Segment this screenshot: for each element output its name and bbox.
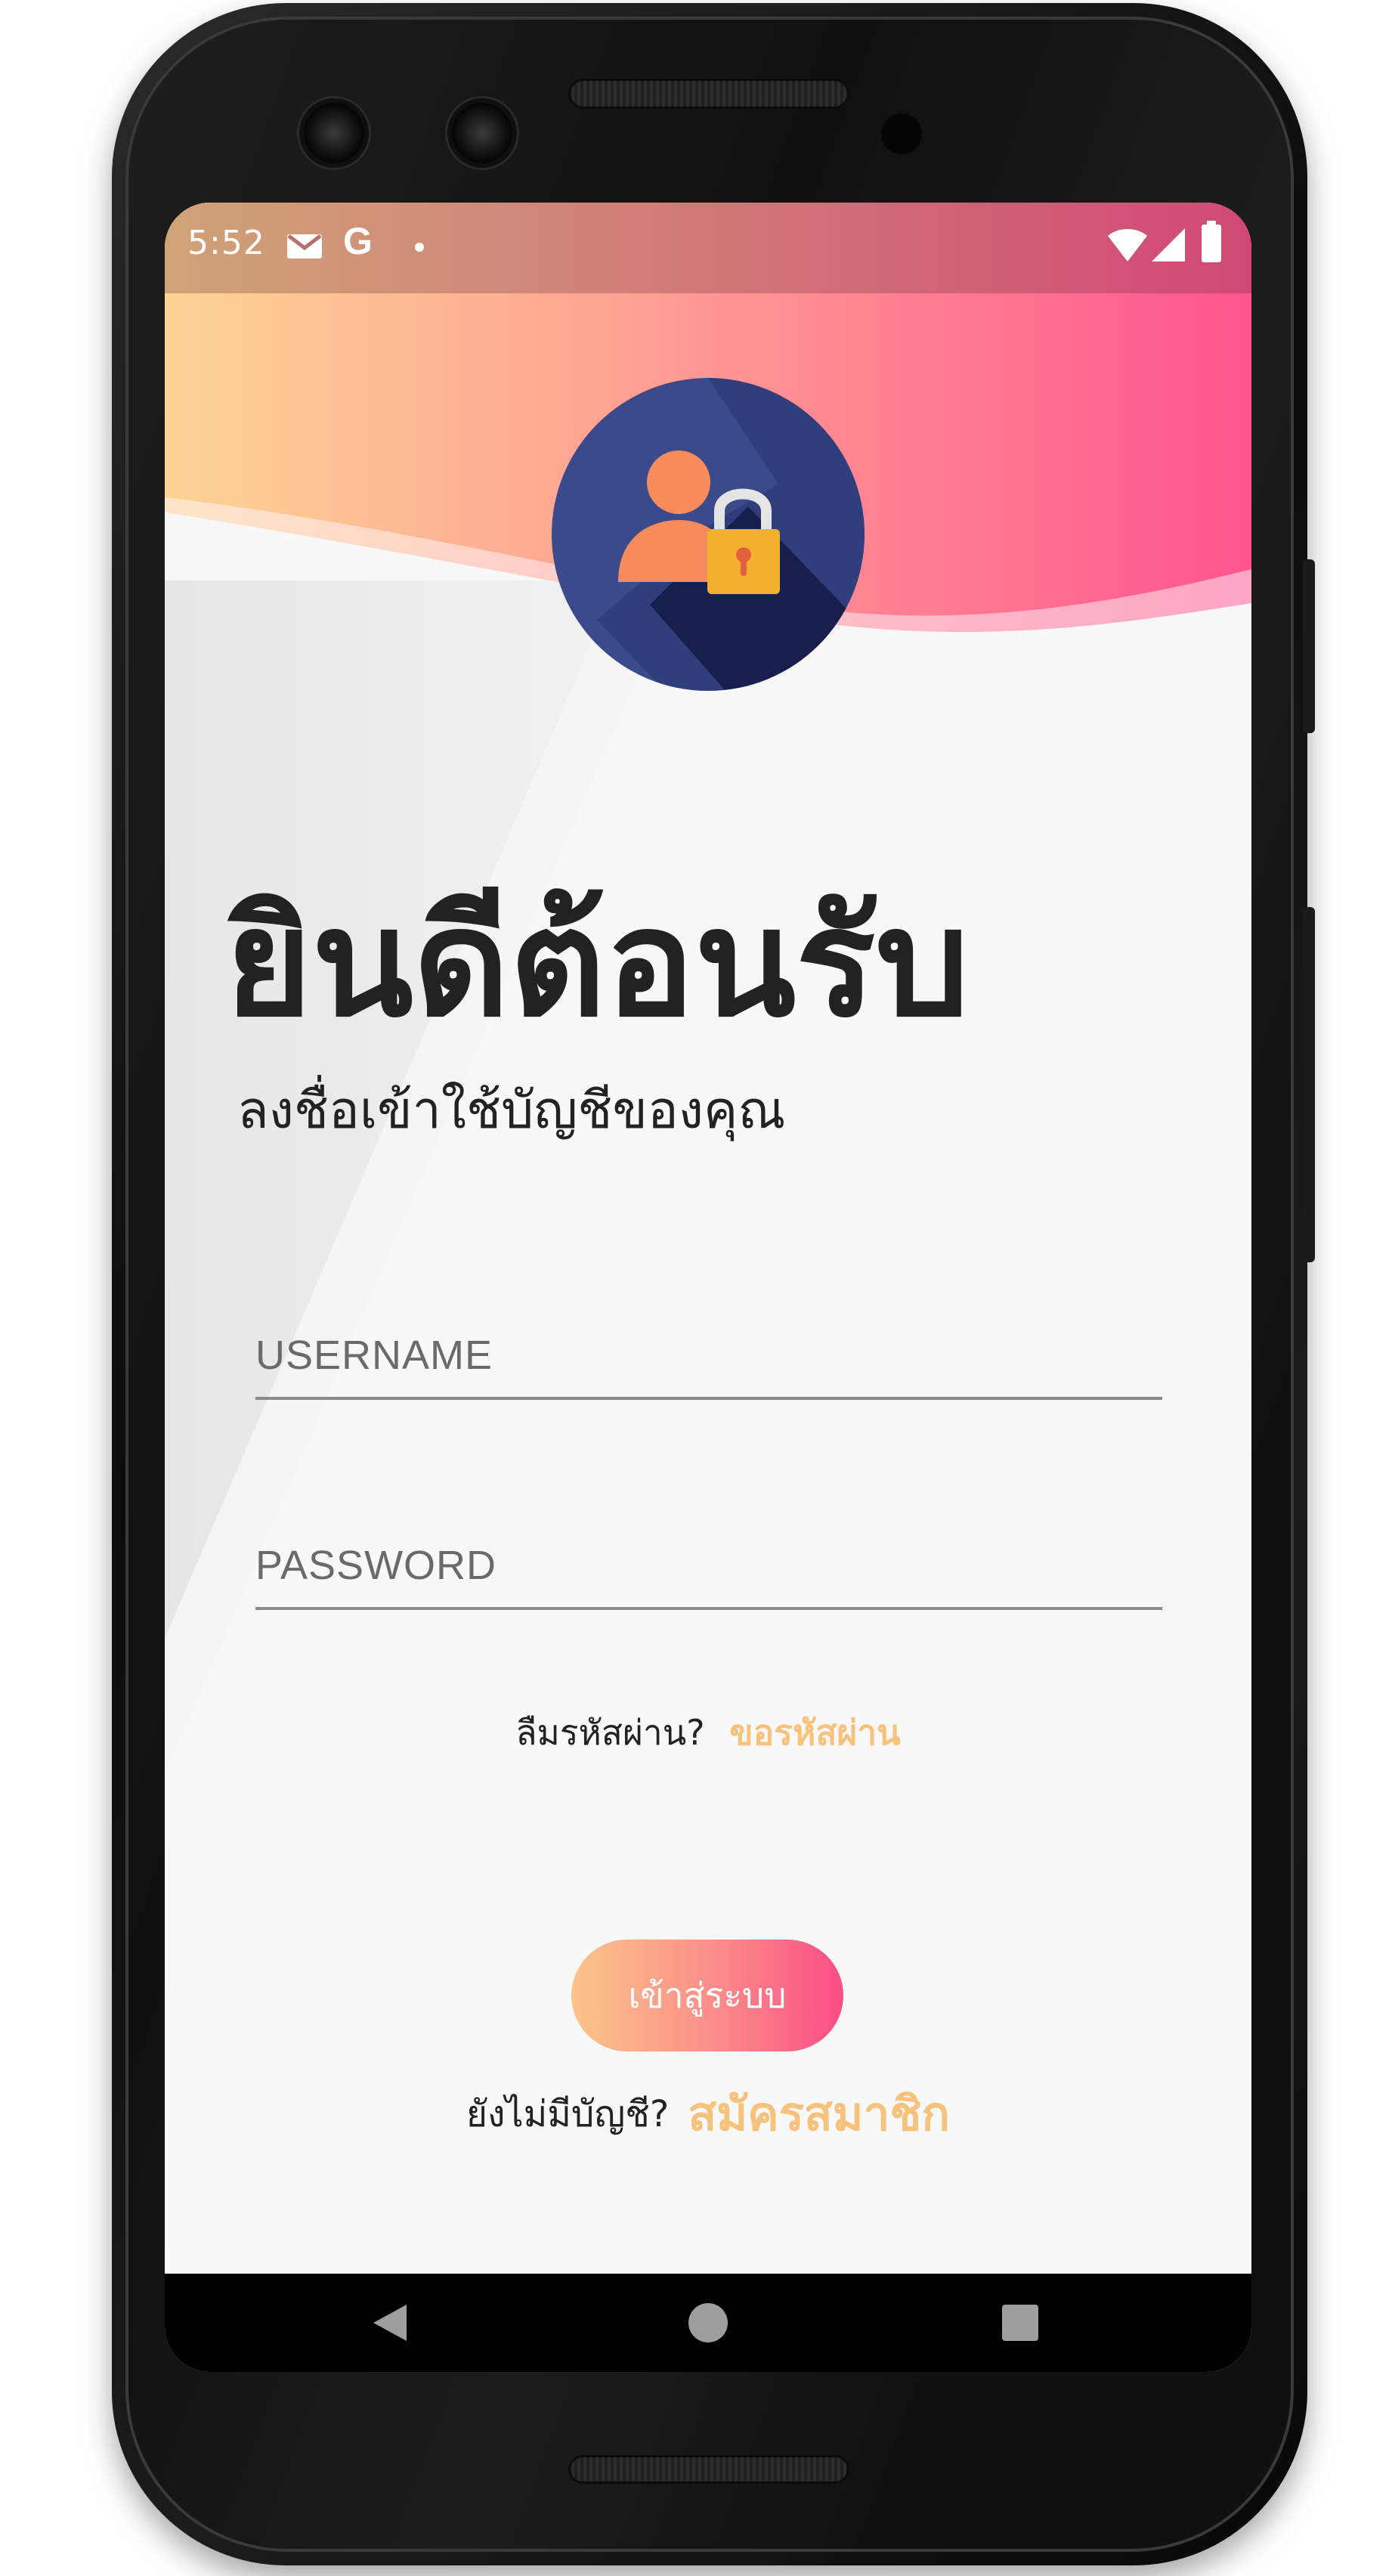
username-input[interactable] [255,1314,1162,1397]
welcome-title: ยินดีต้อนรับ [225,878,970,1050]
user-lock-icon [552,378,865,691]
power-button [1303,559,1315,733]
google-icon: G [343,220,373,262]
home-icon [688,2303,728,2342]
password-field [255,1524,1162,1610]
notification-dot-icon [415,243,424,252]
proximity-sensor [881,113,922,154]
battery-icon [1202,221,1221,262]
status-bar: 5:52 G [165,203,1251,293]
volume-button [1303,907,1315,1262]
welcome-subtitle: ลงชื่อเข้าใช้บัญชีของคุณ [237,1081,786,1141]
no-account-text: ยังไม่มีบัญชี? [466,2093,670,2135]
front-camera-secondary [452,103,512,163]
forgot-password-text: ลืมรหัสผ่าน? [515,1712,705,1753]
username-field [255,1314,1162,1400]
recents-icon [1002,2305,1038,2341]
navigation-bar [165,2274,1251,2372]
app-screen: 5:52 G ยินดีต้อนรับ ลงชื่อเข้าใช้บัญชีขอ… [165,203,1251,2372]
front-camera [304,103,364,163]
earpiece-speaker [568,79,849,109]
nav-home-button[interactable] [670,2285,746,2361]
back-icon [373,2305,407,2341]
nav-back-button[interactable] [352,2285,428,2361]
status-time: 5:52 [187,224,265,262]
request-password-link[interactable]: ขอรหัสผ่าน [729,1712,900,1753]
wifi-icon [1108,229,1147,262]
gmail-icon [287,234,322,259]
signup-row: ยังไม่มีบัญชี? สมัครสมาชิก [165,2077,1251,2151]
password-input[interactable] [255,1524,1162,1607]
register-link[interactable]: สมัครสมาชิก [688,2086,950,2141]
login-button[interactable]: เข้าสู่ระบบ [571,1940,843,2051]
nav-recents-button[interactable] [982,2285,1058,2361]
bottom-speaker [568,2455,849,2484]
signal-icon [1152,228,1185,262]
forgot-password-row: ลืมรหัสผ่าน? ขอรหัสผ่าน [165,1705,1251,1760]
